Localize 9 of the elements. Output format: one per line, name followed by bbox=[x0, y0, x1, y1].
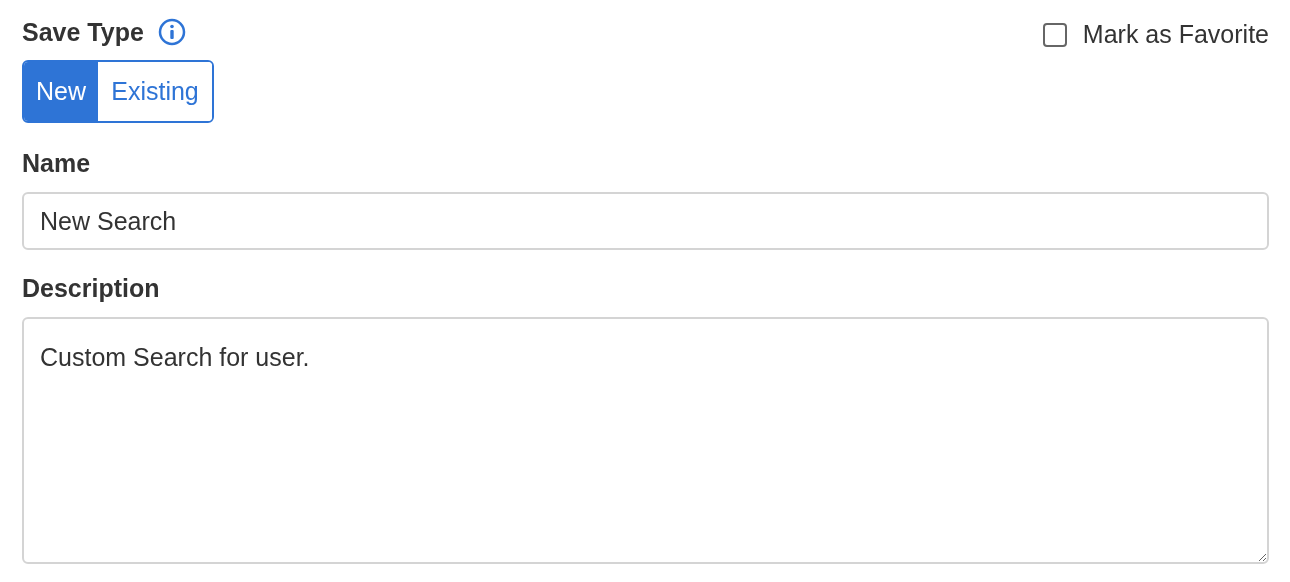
info-icon[interactable] bbox=[157, 18, 186, 46]
name-label: Name bbox=[22, 149, 91, 177]
save-type-label: Save Type bbox=[22, 17, 144, 47]
description-label: Description bbox=[22, 274, 160, 302]
name-field[interactable]: New Search bbox=[22, 192, 1269, 250]
description-field[interactable]: Custom Search for user. bbox=[22, 317, 1269, 564]
favorite-label: Mark as Favorite bbox=[1082, 20, 1269, 49]
favorite-checkbox[interactable] bbox=[1042, 22, 1067, 47]
save-type-option[interactable]: New bbox=[24, 62, 98, 121]
